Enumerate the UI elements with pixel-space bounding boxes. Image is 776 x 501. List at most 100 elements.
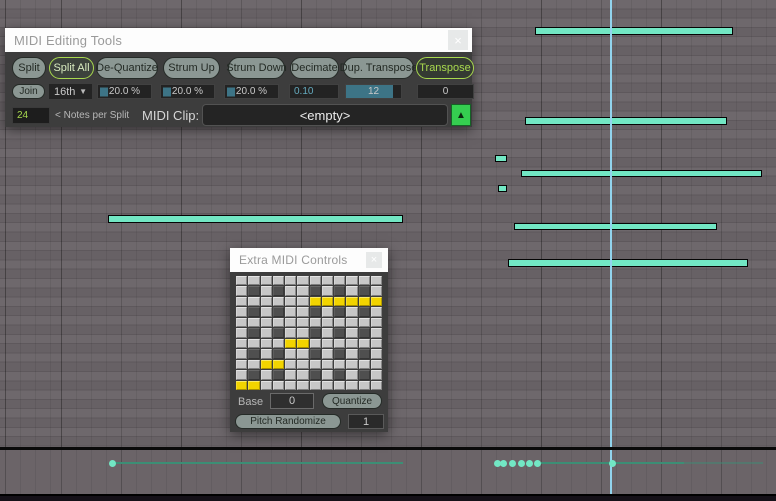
matrix-cell[interactable] [310, 370, 321, 379]
matrix-cell[interactable] [346, 328, 357, 337]
extra-controls-titlebar[interactable]: Extra MIDI Controls × [230, 248, 388, 272]
matrix-cell[interactable] [334, 297, 345, 306]
matrix-cell[interactable] [359, 276, 370, 285]
midi-tools-titlebar[interactable]: MIDI Editing Tools × [5, 28, 472, 52]
midi-note[interactable] [535, 27, 611, 35]
matrix-cell[interactable] [236, 318, 247, 327]
matrix-cell[interactable] [371, 381, 382, 390]
matrix-cell[interactable] [285, 349, 296, 358]
midi-note[interactable] [495, 155, 507, 162]
quantize-button[interactable]: Quantize [322, 393, 382, 409]
matrix-cell[interactable] [359, 381, 370, 390]
matrix-cell[interactable] [346, 349, 357, 358]
matrix-cell[interactable] [310, 276, 321, 285]
matrix-cell[interactable] [297, 349, 308, 358]
matrix-cell[interactable] [334, 286, 345, 295]
matrix-cell[interactable] [297, 328, 308, 337]
matrix-cell[interactable] [322, 286, 333, 295]
transpose-button[interactable]: Transpose [416, 57, 474, 79]
pitch-randomize-value-field[interactable]: 1 [348, 414, 384, 429]
matrix-cell[interactable] [371, 307, 382, 316]
matrix-cell[interactable] [261, 328, 272, 337]
matrix-cell[interactable] [322, 318, 333, 327]
matrix-cell[interactable] [261, 339, 272, 348]
matrix-cell[interactable] [322, 381, 333, 390]
bottom-scrollbar-strip[interactable] [0, 494, 776, 501]
midi-note[interactable] [508, 259, 611, 267]
velocity-lane[interactable] [0, 450, 776, 495]
matrix-cell[interactable] [285, 307, 296, 316]
matrix-cell[interactable] [334, 349, 345, 358]
strum-down-amount-field[interactable]: 20.0 % [224, 84, 279, 99]
matrix-cell[interactable] [297, 339, 308, 348]
matrix-cell[interactable] [273, 349, 284, 358]
strum-up-button[interactable]: Strum Up [163, 57, 220, 79]
matrix-cell[interactable] [371, 276, 382, 285]
strum-down-button[interactable]: Strum Down [228, 57, 285, 79]
matrix-cell[interactable] [273, 276, 284, 285]
matrix-cell[interactable] [248, 349, 259, 358]
matrix-cell[interactable] [322, 328, 333, 337]
matrix-cell[interactable] [334, 276, 345, 285]
matrix-cell[interactable] [334, 370, 345, 379]
matrix-cell[interactable] [346, 297, 357, 306]
matrix-cell[interactable] [261, 318, 272, 327]
midi-note[interactable] [108, 215, 403, 223]
matrix-cell[interactable] [261, 307, 272, 316]
matrix-cell[interactable] [261, 349, 272, 358]
matrix-cell[interactable] [334, 307, 345, 316]
matrix-cell[interactable] [310, 381, 321, 390]
matrix-cell[interactable] [273, 339, 284, 348]
matrix-cell[interactable] [322, 339, 333, 348]
matrix-cell[interactable] [248, 328, 259, 337]
matrix-cell[interactable] [297, 297, 308, 306]
matrix-cell[interactable] [236, 349, 247, 358]
matrix-cell[interactable] [236, 307, 247, 316]
matrix-cell[interactable] [236, 297, 247, 306]
matrix-cell[interactable] [236, 328, 247, 337]
matrix-cell[interactable] [310, 318, 321, 327]
matrix-cell[interactable] [261, 286, 272, 295]
matrix-cell[interactable] [248, 339, 259, 348]
matrix-cell[interactable] [273, 360, 284, 369]
matrix-cell[interactable] [273, 297, 284, 306]
matrix-cell[interactable] [334, 381, 345, 390]
matrix-cell[interactable] [236, 339, 247, 348]
midi-note[interactable] [525, 117, 611, 125]
matrix-cell[interactable] [334, 339, 345, 348]
matrix-cell[interactable] [359, 307, 370, 316]
matrix-cell[interactable] [310, 307, 321, 316]
matrix-cell[interactable] [285, 286, 296, 295]
matrix-cell[interactable] [371, 349, 382, 358]
matrix-cell[interactable] [248, 370, 259, 379]
matrix-cell[interactable] [359, 360, 370, 369]
matrix-cell[interactable] [310, 339, 321, 348]
matrix-cell[interactable] [359, 349, 370, 358]
matrix-cell[interactable] [322, 276, 333, 285]
matrix-cell[interactable] [371, 339, 382, 348]
matrix-cell[interactable] [346, 370, 357, 379]
matrix-cell[interactable] [310, 297, 321, 306]
base-value-field[interactable]: 0 [270, 393, 314, 409]
matrix-cell[interactable] [322, 360, 333, 369]
matrix-cell[interactable] [371, 286, 382, 295]
matrix-cell[interactable] [285, 297, 296, 306]
matrix-cell[interactable] [334, 318, 345, 327]
matrix-cell[interactable] [236, 381, 247, 390]
dup-transpose-button[interactable]: Dup. Transpose [343, 57, 414, 79]
notes-per-split-field[interactable]: 24 [12, 107, 50, 124]
matrix-cell[interactable] [322, 297, 333, 306]
matrix-cell[interactable] [334, 360, 345, 369]
de-quantize-button[interactable]: De-Quantize [96, 57, 158, 79]
matrix-cell[interactable] [248, 318, 259, 327]
matrix-cell[interactable] [346, 360, 357, 369]
matrix-cell[interactable] [359, 328, 370, 337]
matrix-cell[interactable] [285, 370, 296, 379]
matrix-cell[interactable] [248, 276, 259, 285]
matrix-cell[interactable] [285, 276, 296, 285]
matrix-cell[interactable] [346, 307, 357, 316]
transpose-amount-field[interactable]: 0 [417, 84, 474, 99]
matrix-cell[interactable] [359, 370, 370, 379]
matrix-cell[interactable] [261, 360, 272, 369]
matrix-cell[interactable] [248, 286, 259, 295]
